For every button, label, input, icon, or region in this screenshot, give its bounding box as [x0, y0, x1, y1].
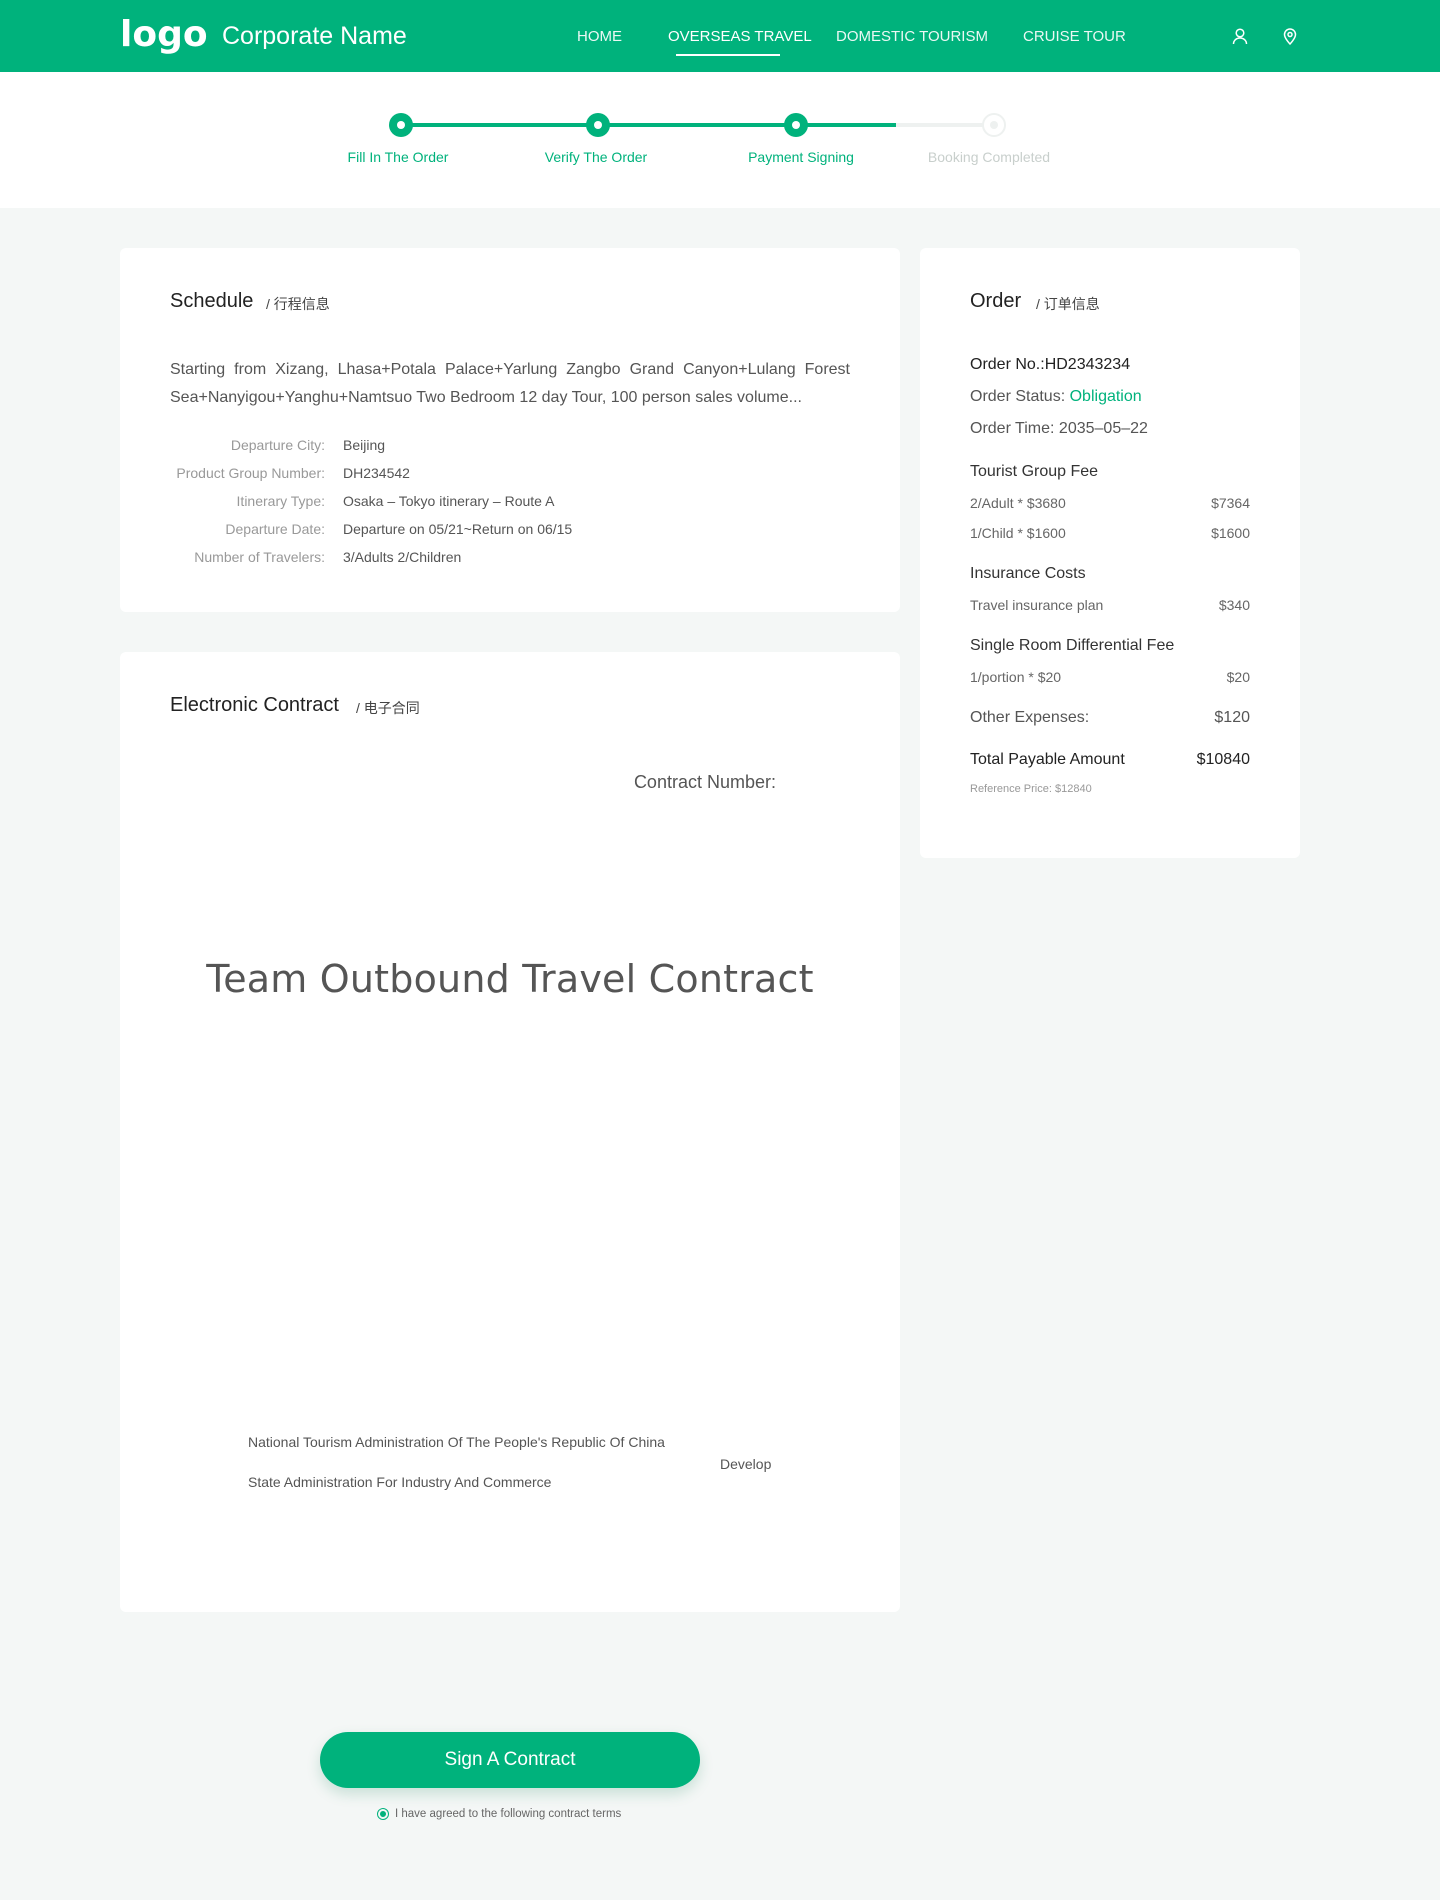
order-time-label: Order Time:: [970, 420, 1055, 437]
step-connector: [598, 123, 796, 127]
nav-item-home[interactable]: HOME: [577, 28, 622, 45]
user-icon[interactable]: [1228, 24, 1252, 48]
schedule-title: Schedule: [170, 290, 254, 312]
nav-item-cruise-tour[interactable]: CRUISE TOUR: [1023, 28, 1126, 45]
step-label-booking-completed: Booking Completed: [927, 149, 1051, 165]
order-status-label: Order Status:: [970, 388, 1066, 405]
info-label: Departure City:: [230, 437, 325, 453]
reference-price: Reference Price: $12840: [970, 783, 1092, 795]
issuer-tourism-admin: National Tourism Administration Of The P…: [248, 1434, 665, 1450]
active-nav-indicator: [676, 54, 780, 56]
order-subtitle: / 订单信息: [1036, 296, 1100, 312]
contract-heading: Team Outbound Travel Contract: [206, 957, 814, 1001]
single-room-item-amount: $20: [1226, 669, 1250, 685]
order-card: Order / 订单信息 Order No.:HD2343234 Order S…: [920, 248, 1300, 858]
contract-title: Electronic Contract: [170, 694, 339, 716]
agree-terms-text: I have agreed to the following contract …: [395, 1808, 622, 1820]
group-fee-child-label: 1/Child * $1600: [970, 525, 1066, 541]
info-label: Number of Travelers:: [194, 549, 325, 565]
order-number-value: HD2343234: [1044, 356, 1131, 373]
info-label: Product Group Number:: [176, 465, 325, 481]
total-payable-label: Total Payable Amount: [970, 751, 1125, 768]
other-expenses-amount: $120: [1214, 709, 1250, 726]
total-payable-amount: $10840: [1196, 751, 1250, 768]
step-connector: [796, 123, 896, 127]
info-value: Osaka – Tokyo itinerary – Route A: [343, 493, 555, 509]
nav-item-domestic-tourism[interactable]: DOMESTIC TOURISM: [836, 28, 988, 45]
contract-card: Electronic Contract / 电子合同 Contract Numb…: [120, 652, 900, 1612]
info-value: Beijing: [343, 437, 386, 453]
info-label: Itinerary Type:: [236, 493, 325, 509]
step-label-fill-order: Fill In The Order: [347, 149, 449, 165]
sign-contract-button[interactable]: Sign A Contract: [320, 1732, 700, 1788]
info-value: DH234542: [343, 465, 410, 481]
progress-steps: Fill In The Order Verify The Order Payme…: [0, 72, 1440, 208]
group-fee-adult-label: 2/Adult * $3680: [970, 495, 1066, 511]
order-status-row: Order Status: Obligation: [970, 388, 1142, 406]
single-room-item-label: 1/portion * $20: [970, 669, 1062, 685]
group-fee-adult-amount: $7364: [1211, 495, 1250, 511]
order-time-value: 2035–05–22: [1058, 420, 1148, 437]
info-label: Departure Date:: [225, 521, 325, 537]
schedule-subtitle: / 行程信息: [266, 296, 330, 312]
group-fee-child-amount: $1600: [1211, 525, 1250, 541]
schedule-card: Schedule / 行程信息 Starting from Xizang, Lh…: [120, 248, 900, 612]
step-connector: [401, 123, 598, 127]
insurance-item-amount: $340: [1218, 597, 1250, 613]
schedule-description: Starting from Xizang, Lhasa+Potala Palac…: [170, 361, 850, 406]
contract-subtitle: / 电子合同: [356, 700, 420, 716]
agree-radio-icon[interactable]: [377, 1808, 389, 1820]
agree-terms-option[interactable]: I have agreed to the following contract …: [377, 1808, 621, 1820]
step-label-payment-signing: Payment Signing: [748, 149, 854, 165]
location-pin-icon[interactable]: [1278, 24, 1302, 48]
order-number-label: Order No.:: [970, 356, 1045, 373]
info-value: Departure on 05/21~Return on 06/15: [343, 521, 573, 537]
info-value: 3/Adults 2/Children: [343, 549, 462, 565]
insurance-item-label: Travel insurance plan: [970, 597, 1104, 613]
order-time-row: Order Time: 2035–05–22: [970, 420, 1148, 438]
step-dot-fill-order: [389, 113, 413, 137]
develop-label: Develop: [720, 1456, 772, 1472]
group-fee-title: Tourist Group Fee: [970, 463, 1099, 480]
top-header: logo Corporate Name HOME OVERSEAS TRAVEL…: [0, 0, 1440, 72]
contract-number-label: Contract Number:: [633, 772, 776, 792]
other-expenses-label: Other Expenses:: [970, 709, 1090, 726]
step-label-verify-order: Verify The Order: [544, 149, 648, 165]
nav-item-overseas-travel[interactable]: OVERSEAS TRAVEL: [668, 28, 812, 45]
order-number-row: Order No.:HD2343234: [970, 356, 1130, 374]
order-status-value: Obligation: [1069, 388, 1142, 405]
step-dot-verify-order: [586, 113, 610, 137]
step-connector: [896, 123, 994, 127]
step-dot-booking-completed: [982, 113, 1006, 137]
order-title: Order: [970, 290, 1022, 312]
single-room-title: Single Room Differential Fee: [970, 637, 1175, 654]
issuer-industry-commerce: State Administration For Industry And Co…: [248, 1474, 552, 1490]
insurance-title: Insurance Costs: [970, 565, 1086, 582]
step-dot-payment-signing: [784, 113, 808, 137]
